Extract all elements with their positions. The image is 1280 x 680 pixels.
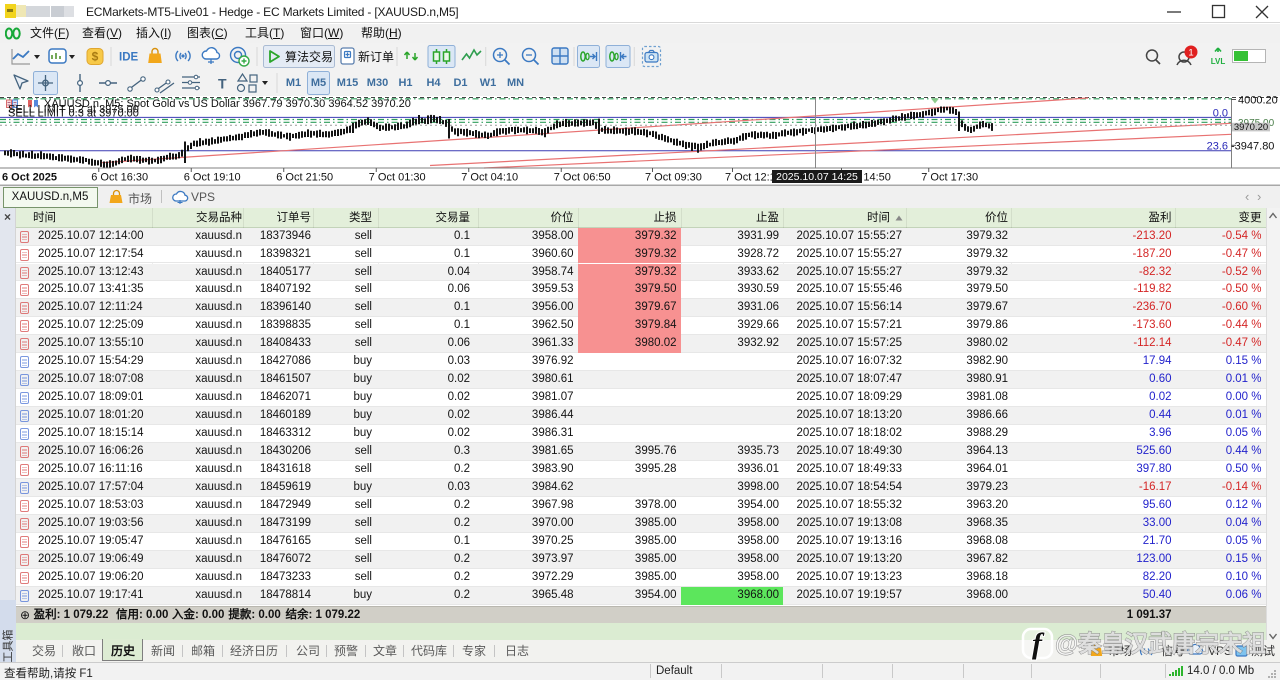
- svg-text:7 Oct 01:30: 7 Oct 01:30: [369, 172, 426, 184]
- svg-text:7 Oct 09:30: 7 Oct 09:30: [645, 172, 702, 184]
- svg-text:1: 1: [1188, 48, 1193, 59]
- svg-text:6 Oct 21:50: 6 Oct 21:50: [276, 172, 333, 184]
- svg-text:-3947.80: -3947.80: [1231, 140, 1274, 152]
- svg-text:T: T: [218, 76, 227, 92]
- svg-text:6 Oct 16:30: 6 Oct 16:30: [91, 172, 148, 184]
- svg-text:7 Oct 17:30: 7 Oct 17:30: [921, 172, 978, 184]
- svg-text:4000.20: 4000.20: [1238, 96, 1278, 107]
- svg-text:新订单: 新订单: [358, 49, 394, 64]
- svg-text:LVL: LVL: [1211, 57, 1226, 66]
- svg-text:6 Oct 2025: 6 Oct 2025: [2, 172, 57, 184]
- svg-text:3970.20: 3970.20: [1234, 122, 1268, 133]
- svg-text:23.6: 23.6: [1207, 140, 1228, 152]
- svg-text:$: $: [92, 50, 99, 64]
- svg-text:0.0: 0.0: [1213, 108, 1228, 120]
- svg-text:算法交易: 算法交易: [285, 49, 333, 64]
- svg-text:IDE: IDE: [119, 52, 139, 64]
- svg-text:6 Oct 19:10: 6 Oct 19:10: [184, 172, 241, 184]
- svg-text:SELL LIMIT 0.3 at 3970.00: SELL LIMIT 0.3 at 3970.00: [8, 108, 139, 120]
- svg-text:2025.10.07 14:25: 2025.10.07 14:25: [776, 171, 858, 183]
- svg-text:7 Oct 04:10: 7 Oct 04:10: [461, 172, 518, 184]
- svg-text:7 Oct 06:50: 7 Oct 06:50: [554, 172, 611, 184]
